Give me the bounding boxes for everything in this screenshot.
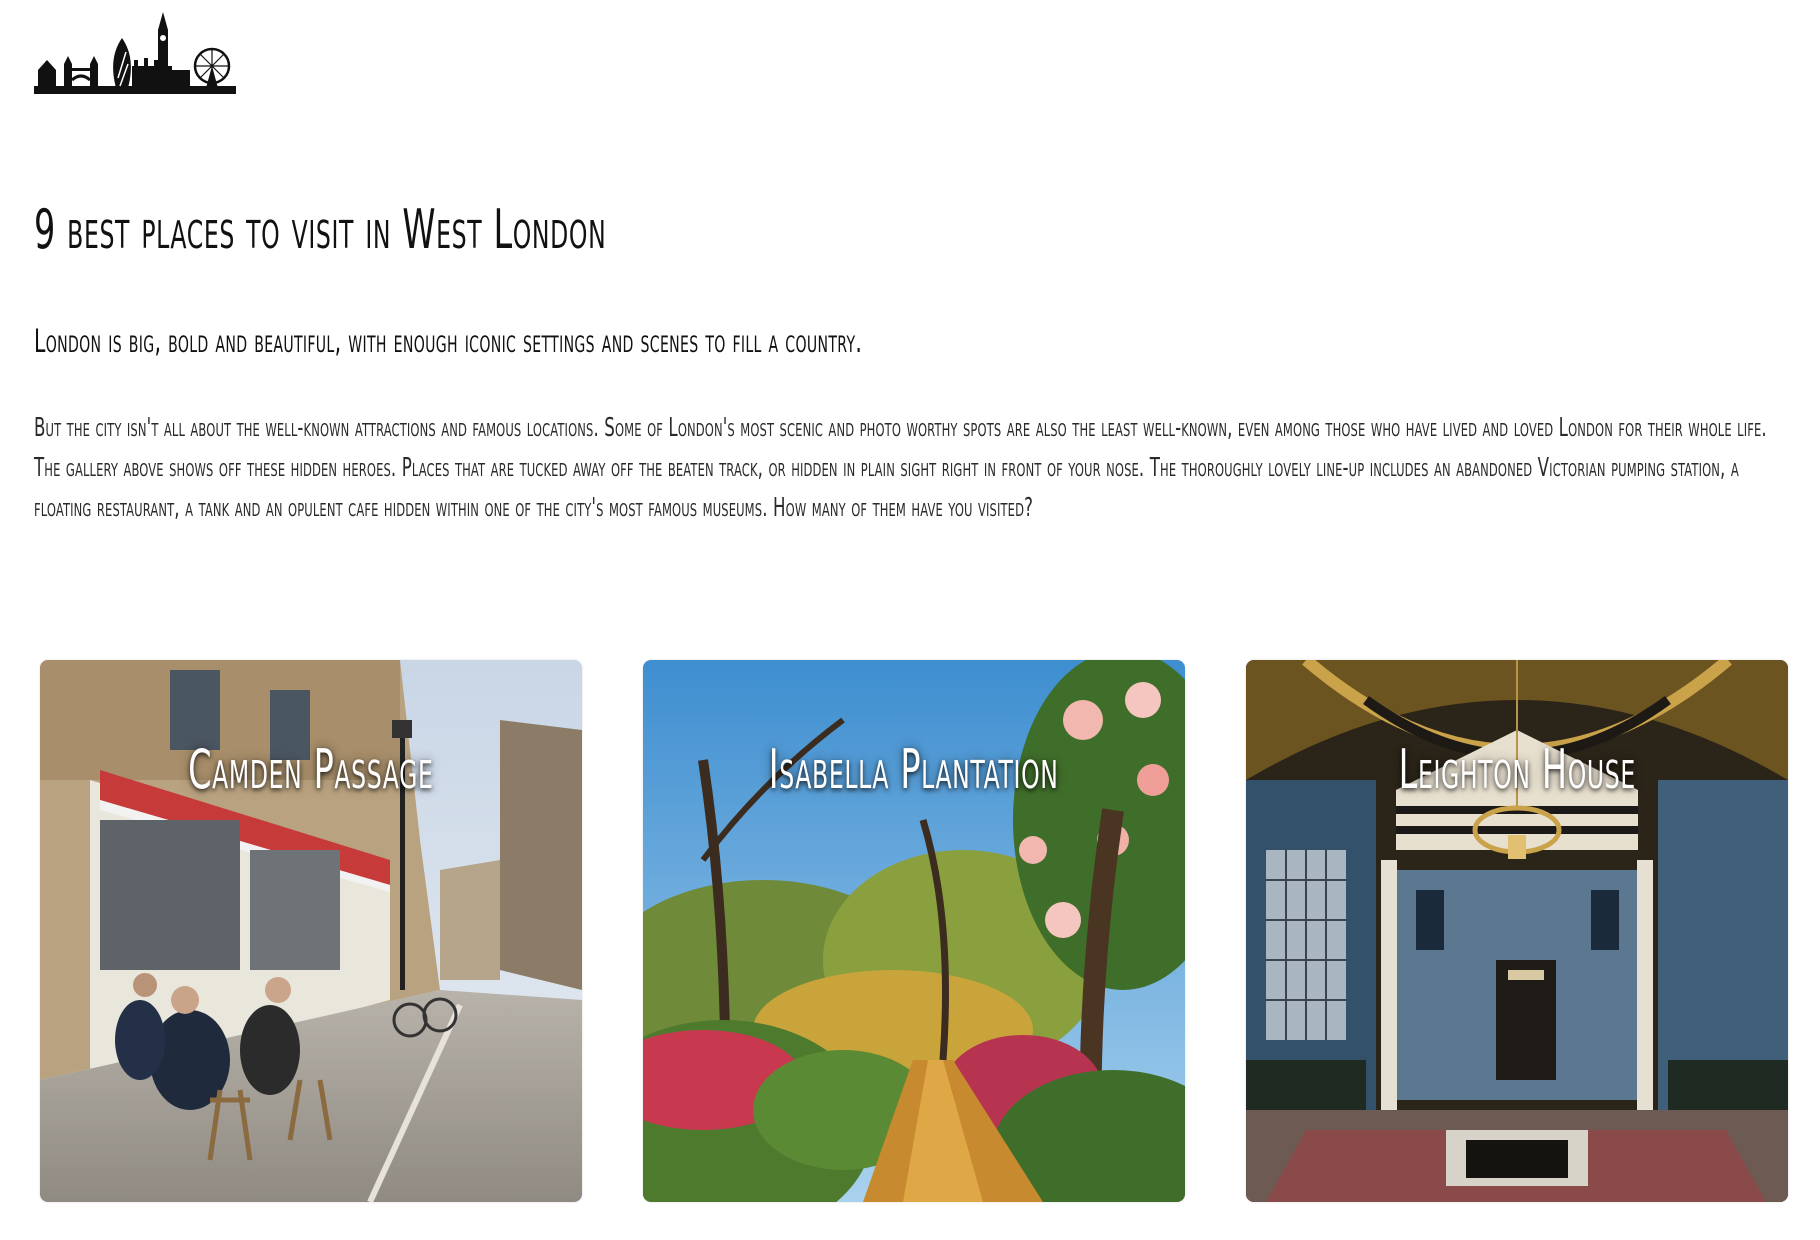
page-title: 9 best places to visit in West London: [34, 198, 607, 261]
london-skyline-logo[interactable]: [34, 8, 236, 98]
place-card-isabella-plantation[interactable]: Isabella Plantation: [643, 660, 1185, 1202]
article-lede: London is big, bold and beautiful, with …: [34, 322, 863, 360]
london-skyline-icon: [34, 12, 236, 94]
place-card-leighton-house[interactable]: Leighton House: [1246, 660, 1788, 1202]
article-body: But the city isn't all about the well-kn…: [34, 413, 1767, 523]
place-card-title: Leighton House: [1398, 738, 1636, 801]
place-card-title: Isabella Plantation: [769, 738, 1059, 801]
place-card-camden-passage[interactable]: Camden Passage: [40, 660, 582, 1202]
place-card-title: Camden Passage: [188, 738, 434, 801]
